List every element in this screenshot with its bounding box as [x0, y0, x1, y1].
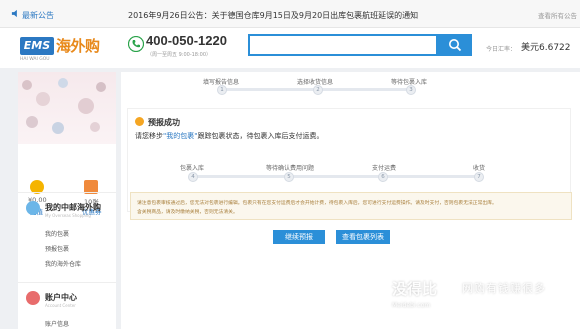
progress-track: [192, 175, 482, 178]
step-number: 1: [217, 85, 227, 95]
sidebar-item-overseas-warehouse[interactable]: 我的海外仓库: [45, 259, 81, 268]
header: EMS 海外购 HAI WAI GOU 400-050-1220 （周一至周五 …: [0, 28, 580, 68]
watermark-divider: [458, 280, 459, 302]
step-label: 收货: [473, 165, 486, 172]
avatar[interactable]: [18, 72, 116, 144]
success-title: 预报成功: [148, 118, 180, 127]
exchange-rate-value: 美元6.6722: [521, 43, 571, 53]
section-title: 我的中邮海外购: [45, 203, 101, 212]
notice-bar: 最新公告 2016年9月26日公告：关于德国仓库9月15日及9月20日出库包裹航…: [0, 0, 580, 28]
notice-tips: 请注意包裹审核通过后，您无法对包裹进行编辑。包裹只有在您支付运费后才会开始计费，…: [130, 192, 572, 220]
view-package-list-button[interactable]: 查看包裹列表: [336, 230, 390, 244]
hotline-number: 400-050-1220: [146, 33, 227, 48]
step-number: 6: [378, 172, 388, 182]
search-icon: [449, 39, 462, 52]
step-number: 2: [313, 85, 323, 95]
watermark-main: 没得比: [392, 280, 438, 298]
desc-prefix: 请您移步: [135, 132, 163, 140]
more-notices-link[interactable]: 查看所有公告: [538, 10, 577, 20]
success-description: 请您移步"我的包裹"跟踪包裹状态，待包裹入库后支付运费。: [135, 131, 323, 141]
exchange-rate-label: 今日汇率：: [486, 46, 517, 53]
my-packages-link[interactable]: "我的包裹": [163, 132, 197, 140]
logo-ems: EMS: [20, 37, 54, 55]
sidebar-item-account-info[interactable]: 账户信息: [45, 319, 69, 328]
watermark-sub: Meidebi.com: [392, 302, 431, 309]
step-number: 4: [188, 172, 198, 182]
notice-text[interactable]: 2016年9月26日公告：关于德国仓库9月15日及9月20日出库包裹航班延误的通…: [128, 10, 418, 21]
search-button[interactable]: [438, 34, 472, 56]
my-overseas-shopping-section: 我的中邮海外购 My Overseas Shopping 我的包裹 预报包裹 我…: [18, 192, 116, 277]
shopping-icon: [26, 201, 40, 215]
sidebar-item-forecast-package[interactable]: 预报包裹: [45, 244, 69, 253]
tips-line: 含关税商品，请及时缴纳关税，否则无法清关。: [137, 210, 238, 215]
tips-line: 请注意包裹审核通过后，您无法对包裹进行编辑。包裹只有在您支付运费后才会开始计费，…: [137, 201, 497, 206]
section-subtitle: My Overseas Shopping: [45, 213, 91, 218]
step-label: 包裹入库: [180, 165, 205, 172]
watermark-slogan: 网购有钱赚很多: [462, 282, 546, 295]
sidebar: ¥0.00 10张 充值 优惠券 我的中邮海外购 My Overseas Sho…: [18, 72, 116, 329]
logo-text: 海外购: [56, 37, 100, 55]
logo[interactable]: EMS 海外购 HAI WAI GOU: [20, 34, 120, 64]
hotline-hours: （周一至周五 9:00-18:00）: [147, 52, 212, 58]
account-icon: [26, 291, 40, 305]
continue-forecast-button[interactable]: 继续预报: [273, 230, 325, 244]
watermark: 没得比 Meidebi.com 网购有钱赚很多: [392, 272, 580, 329]
step-label: 等待确认费用问题: [266, 165, 315, 172]
desc-suffix: 跟踪包裹状态，待包裹入库后支付运费。: [197, 132, 324, 140]
speaker-icon: [11, 9, 17, 18]
logo-subtitle: HAI WAI GOU: [20, 57, 50, 62]
success-icon: [135, 117, 144, 126]
step-number: 7: [474, 172, 484, 182]
step-number: 5: [284, 172, 294, 182]
sidebar-item-my-packages[interactable]: 我的包裹: [45, 229, 69, 238]
search-input[interactable]: [248, 34, 438, 56]
notice-label: 最新公告: [22, 11, 54, 20]
step-number: 3: [406, 85, 416, 95]
section-title: 账户中心: [45, 293, 77, 302]
step-label: 支付运费: [372, 165, 397, 172]
section-subtitle: Account Center: [45, 303, 76, 308]
phone-icon: [128, 36, 144, 52]
account-center-section: 账户中心 Account Center 账户信息: [18, 282, 116, 329]
